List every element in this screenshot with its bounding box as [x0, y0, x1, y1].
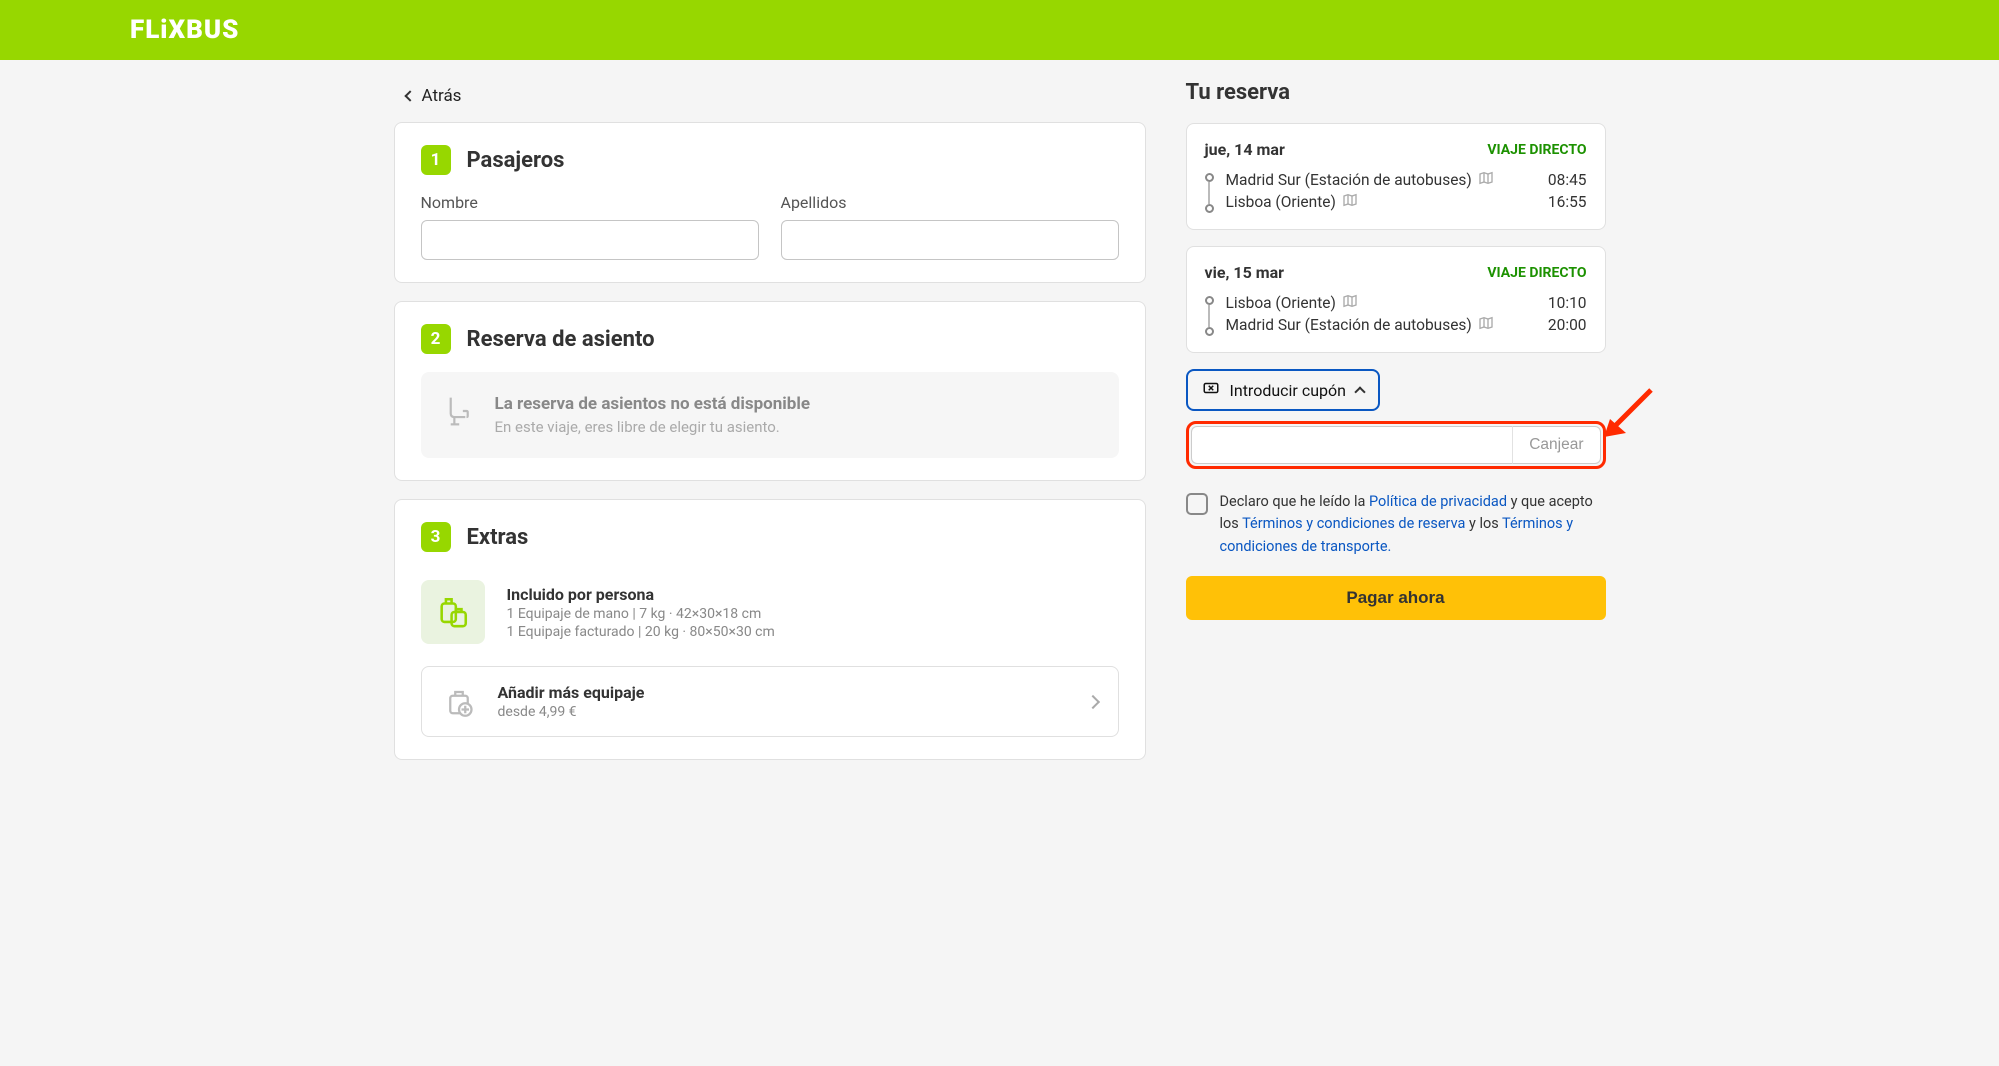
coupon-toggle-label: Introducir cupón: [1230, 381, 1346, 400]
route-line-icon: [1205, 169, 1214, 213]
luggage-included-icon: [421, 580, 485, 644]
chevron-right-icon: [1088, 692, 1098, 711]
seat-unavailable-box: La reserva de asientos no está disponibl…: [421, 372, 1119, 458]
add-luggage-title: Añadir más equipaje: [498, 683, 645, 702]
step-num-1: 1: [421, 145, 451, 175]
coupon-redeem-button[interactable]: Canjear: [1512, 426, 1600, 464]
header: FLiXBUS: [0, 0, 1999, 60]
stop-to-time: 20:00: [1548, 316, 1587, 334]
seat-unavailable-sub: En este viaje, eres libre de elegir tu a…: [495, 418, 811, 436]
trip-card-outbound: jue, 14 mar VIAJE DIRECTO Madrid Sur (Es…: [1186, 123, 1606, 230]
step-num-3: 3: [421, 522, 451, 552]
map-icon[interactable]: [1342, 192, 1358, 212]
add-luggage-from: desde 4,99 €: [498, 704, 645, 720]
passengers-card: 1 Pasajeros Nombre Apellidos: [394, 122, 1146, 283]
map-icon[interactable]: [1478, 170, 1494, 190]
trip-direct-badge: VIAJE DIRECTO: [1487, 142, 1586, 158]
trip-card-return: vie, 15 mar VIAJE DIRECTO Lisboa (Orient…: [1186, 246, 1606, 353]
step-title-seat: Reserva de asiento: [467, 327, 655, 352]
included-luggage-row: Incluido por persona 1 Equipaje de mano …: [421, 570, 1119, 654]
terms-checkbox[interactable]: [1186, 493, 1208, 515]
stop-to: Madrid Sur (Estación de autobuses): [1226, 316, 1472, 334]
voucher-icon: [1202, 379, 1220, 401]
coupon-row: Canjear: [1186, 421, 1606, 469]
trip-direct-badge: VIAJE DIRECTO: [1487, 265, 1586, 281]
map-icon[interactable]: [1342, 293, 1358, 313]
stop-from: Lisboa (Oriente): [1226, 294, 1336, 312]
map-icon[interactable]: [1478, 315, 1494, 335]
chevron-up-icon: [1354, 386, 1365, 397]
last-name-label: Apellidos: [781, 193, 1119, 212]
coupon-toggle[interactable]: Introducir cupón: [1186, 369, 1380, 411]
terms-text: Declaro que he leído la Política de priv…: [1220, 491, 1606, 558]
step-title-extras: Extras: [467, 525, 529, 550]
seat-icon: [443, 394, 473, 436]
back-link[interactable]: Atrás: [394, 80, 462, 122]
stop-to: Lisboa (Oriente): [1226, 193, 1336, 211]
stop-to-time: 16:55: [1548, 193, 1587, 211]
trip-date: jue, 14 mar: [1205, 140, 1285, 159]
route-line-icon: [1205, 292, 1214, 336]
included-hand: 1 Equipaje de mano | 7 kg · 42×30×18 cm: [507, 606, 775, 622]
stop-from-time: 10:10: [1548, 294, 1587, 312]
included-hold: 1 Equipaje facturado | 20 kg · 80×50×30 …: [507, 624, 775, 640]
last-name-input[interactable]: [781, 220, 1119, 260]
step-num-2: 2: [421, 324, 451, 354]
booking-terms-link[interactable]: Términos y condiciones de reserva: [1242, 515, 1465, 532]
extras-card: 3 Extras Incluido por persona 1 Equipaje…: [394, 499, 1146, 760]
coupon-input[interactable]: [1191, 426, 1513, 464]
stop-from: Madrid Sur (Estación de autobuses): [1226, 171, 1472, 189]
first-name-input[interactable]: [421, 220, 759, 260]
pay-now-button[interactable]: Pagar ahora: [1186, 576, 1606, 620]
chevron-left-icon: [404, 90, 415, 101]
back-label: Atrás: [422, 86, 462, 106]
seat-unavailable-title: La reserva de asientos no está disponibl…: [495, 394, 811, 414]
included-title: Incluido por persona: [507, 585, 775, 604]
trip-date: vie, 15 mar: [1205, 263, 1285, 282]
seat-card: 2 Reserva de asiento La reserva de asien…: [394, 301, 1146, 481]
privacy-link[interactable]: Política de privacidad: [1369, 493, 1507, 510]
stop-from-time: 08:45: [1548, 171, 1587, 189]
first-name-label: Nombre: [421, 193, 759, 212]
booking-title: Tu reserva: [1186, 80, 1606, 105]
add-luggage-button[interactable]: Añadir más equipaje desde 4,99 €: [421, 666, 1119, 737]
step-title-passengers: Pasajeros: [467, 148, 565, 173]
annotation-arrow-icon: [1596, 385, 1656, 449]
logo: FLiXBUS: [130, 15, 239, 45]
luggage-add-icon: [442, 687, 476, 717]
